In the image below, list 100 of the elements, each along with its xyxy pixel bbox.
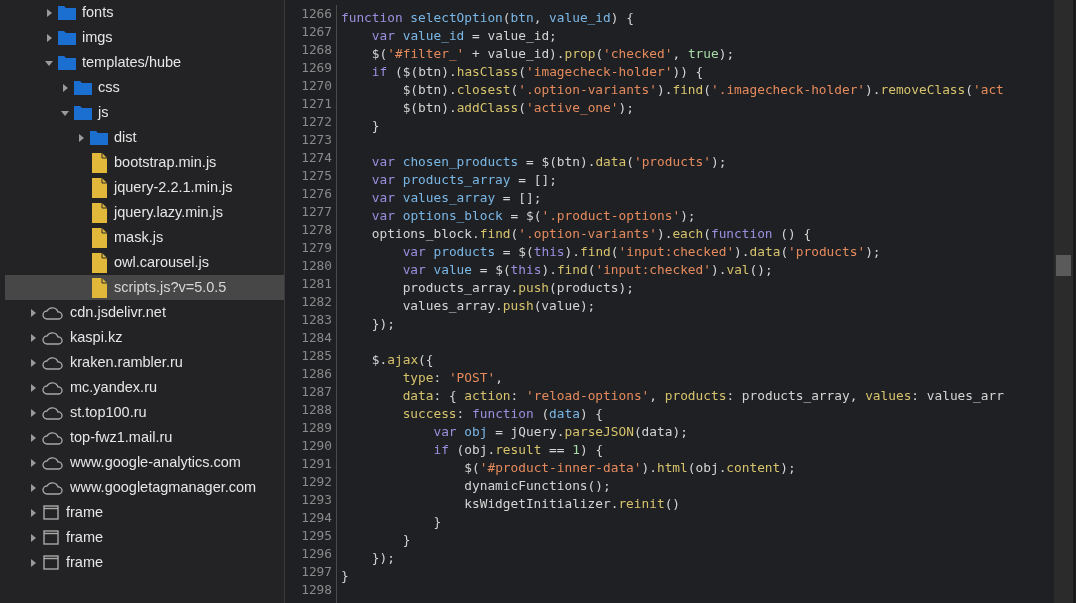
code-line: $.ajax({ xyxy=(370,352,434,367)
tree-item[interactable]: kraken.rambler.ru xyxy=(5,350,284,375)
line-number: 1267 xyxy=(301,23,332,41)
line-number: 1286 xyxy=(301,365,332,383)
tree-item[interactable]: css xyxy=(5,75,284,100)
tree-item[interactable]: imgs xyxy=(5,25,284,50)
code-line: } xyxy=(401,532,411,547)
tree-item[interactable]: dist xyxy=(5,125,284,150)
line-number: 1297 xyxy=(301,563,332,581)
tree-item[interactable]: www.googletagmanager.com xyxy=(5,475,284,500)
tree-item[interactable]: fonts xyxy=(5,0,284,25)
code-line: } xyxy=(432,514,442,529)
code-line: $(btn).addClass('active_one'); xyxy=(401,100,634,115)
folder-icon xyxy=(58,30,76,45)
code-line: var values_array = []; xyxy=(370,190,542,205)
tree-item[interactable]: owl.carousel.js xyxy=(5,250,284,275)
line-number: 1279 xyxy=(301,239,332,257)
file-icon xyxy=(91,227,107,248)
tree-item[interactable]: templates/hube xyxy=(5,50,284,75)
file-icon xyxy=(91,177,107,198)
line-number: 1269 xyxy=(301,59,332,77)
line-number: 1282 xyxy=(301,293,332,311)
caret-right-icon[interactable] xyxy=(29,333,37,342)
file-icon xyxy=(91,152,107,173)
caret-right-icon[interactable] xyxy=(77,133,85,142)
caret-right-icon[interactable] xyxy=(29,408,37,417)
tree-item[interactable]: bootstrap.min.js xyxy=(5,150,284,175)
line-number: 1271 xyxy=(301,95,332,113)
code-line: dynamicFunctions(); xyxy=(463,478,611,493)
cloud-icon xyxy=(42,305,64,320)
tree-item[interactable]: st.top100.ru xyxy=(5,400,284,425)
tree-item[interactable]: top-fwz1.mail.ru xyxy=(5,425,284,450)
cloud-icon xyxy=(42,330,64,345)
caret-right-icon[interactable] xyxy=(45,33,53,42)
tree-item[interactable]: mc.yandex.ru xyxy=(5,375,284,400)
caret-right-icon[interactable] xyxy=(29,433,37,442)
line-number: 1272 xyxy=(301,113,332,131)
code-line: if ($(btn).hasClass('imagecheck-holder')) { xyxy=(370,64,704,79)
code-line: var options_block = $('.product-options'); xyxy=(370,208,696,223)
line-number: 1281 xyxy=(301,275,332,293)
line-number: 1290 xyxy=(301,437,332,455)
code-line: var products = $(this).find('input:checked').data('products'); xyxy=(401,244,881,259)
caret-right-icon[interactable] xyxy=(29,508,37,517)
code-line: if (obj.result == 1) { xyxy=(432,442,604,457)
window-icon xyxy=(43,505,59,520)
tree-item[interactable]: frame xyxy=(5,550,284,575)
line-number: 1293 xyxy=(301,491,332,509)
code-line: type: 'POST', xyxy=(401,370,503,385)
line-number: 1278 xyxy=(301,221,332,239)
code-line: }); xyxy=(370,316,395,331)
code-line: data: { action: 'reload-options', products: products_array, values: values_arr xyxy=(401,388,1004,403)
caret-down-icon[interactable] xyxy=(61,108,69,117)
tree-item[interactable]: cdn.jsdelivr.net xyxy=(5,300,284,325)
caret-right-icon[interactable] xyxy=(29,533,37,542)
line-number: 1289 xyxy=(301,419,332,437)
caret-right-icon[interactable] xyxy=(29,558,37,567)
tree-item[interactable]: jquery-2.2.1.min.js xyxy=(5,175,284,200)
code-line: var obj = jQuery.parseJSON(data); xyxy=(432,424,688,439)
code-line: $('#product-inner-data').html(obj.content); xyxy=(463,460,796,475)
caret-right-icon[interactable] xyxy=(45,8,53,17)
tree-item[interactable]: js xyxy=(5,100,284,125)
line-number: 1285 xyxy=(301,347,332,365)
folder-icon xyxy=(58,5,76,20)
code-line: products_array.push(products); xyxy=(401,280,634,295)
caret-right-icon[interactable] xyxy=(29,358,37,367)
file-icon xyxy=(91,252,107,273)
line-number: 1287 xyxy=(301,383,332,401)
tree-item[interactable]: jquery.lazy.min.js xyxy=(5,200,284,225)
tree-item[interactable]: frame xyxy=(5,500,284,525)
scrollbar-thumb[interactable] xyxy=(1056,255,1071,276)
caret-right-icon[interactable] xyxy=(29,383,37,392)
line-number: 1266 xyxy=(301,5,332,23)
caret-right-icon[interactable] xyxy=(29,308,37,317)
code-line: $(btn).closest('.option-variants').find('.imagecheck-holder').removeClass('act xyxy=(401,82,1004,97)
tree-item[interactable]: scripts.js?v=5.0.5 xyxy=(5,275,284,300)
window-icon xyxy=(43,530,59,545)
cloud-icon xyxy=(42,380,64,395)
tree-item[interactable]: frame xyxy=(5,525,284,550)
caret-right-icon[interactable] xyxy=(29,483,37,492)
line-number: 1270 xyxy=(301,77,332,95)
caret-right-icon[interactable] xyxy=(29,458,37,467)
tree-item[interactable]: mask.js xyxy=(5,225,284,250)
caret-down-icon[interactable] xyxy=(45,58,53,67)
code-line: values_array.push(value); xyxy=(401,298,596,313)
tree-item[interactable]: kaspi.kz xyxy=(5,325,284,350)
tree-item[interactable]: www.google-analytics.com xyxy=(5,450,284,475)
code-line: } xyxy=(370,118,380,133)
line-number: 1288 xyxy=(301,401,332,419)
code-line: } xyxy=(341,568,349,583)
line-number: 1291 xyxy=(301,455,332,473)
cloud-icon xyxy=(42,480,64,495)
line-number: 1298 xyxy=(301,581,332,599)
file-icon xyxy=(91,202,107,223)
folder-icon xyxy=(58,55,76,70)
caret-right-icon[interactable] xyxy=(61,83,69,92)
line-number: 1294 xyxy=(301,509,332,527)
line-number: 1277 xyxy=(301,203,332,221)
line-number: 1284 xyxy=(301,329,332,347)
cloud-icon xyxy=(42,455,64,470)
folder-icon xyxy=(74,105,92,120)
